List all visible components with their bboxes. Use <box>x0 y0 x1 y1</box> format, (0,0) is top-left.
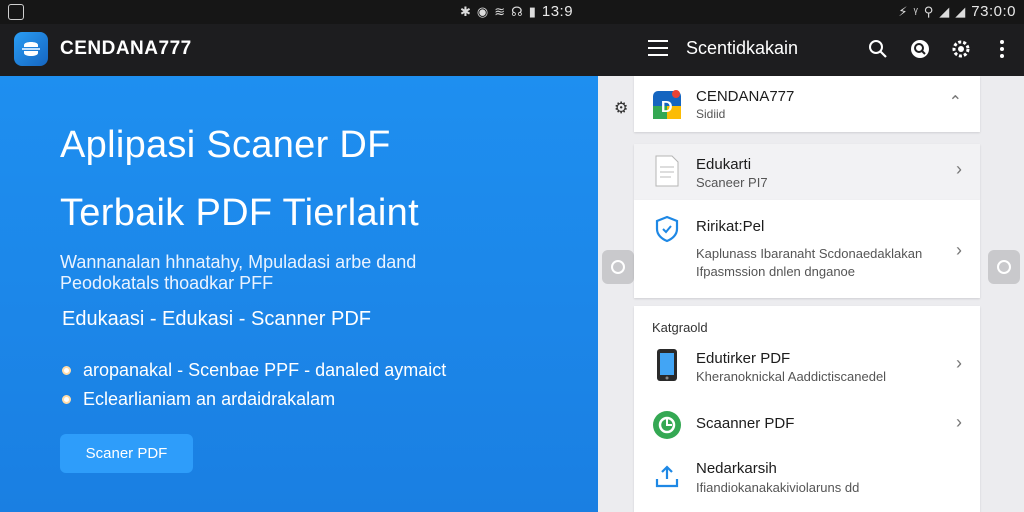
panel-header-title: CENDANA777 <box>696 88 795 105</box>
settings-gear-icon[interactable] <box>949 37 973 61</box>
list-item-title: Edukarti <box>696 156 752 173</box>
chevron-right-icon[interactable]: › <box>956 240 962 261</box>
battery-icon: ▮ <box>528 3 536 19</box>
hero-subtitle-line2: Peodokatals thoadkar PFF <box>60 273 274 293</box>
list-item[interactable]: Nedarkarsih Ifiandiokanakakiviolaruns dd <box>634 456 980 512</box>
shield-icon <box>652 212 682 246</box>
list-item-title: Scaanner PDF <box>696 415 795 432</box>
list-item-subtitle-line1: Kaplunass Ibaranaht Scdonaedaklakan <box>696 246 923 261</box>
chevron-right-icon[interactable]: › <box>956 412 962 433</box>
panel-header-card[interactable]: D CENDANA777 Sidiid ⌃ <box>634 76 980 132</box>
upload-tray-icon <box>652 460 682 494</box>
status-right: ⚡ ᵞ ⚲ ◢ ◢ 73:0:0 <box>898 3 1016 20</box>
right-drag-handle[interactable] <box>988 250 1020 284</box>
search-icon[interactable] <box>866 37 890 61</box>
bullet-dot-icon <box>62 395 71 404</box>
list-item-subtitle-line2: Ifpasmssion dnlen dnganoe <box>696 264 856 279</box>
signal-icon-2: ◢ <box>955 3 966 19</box>
list-item-subtitle: Scaneer PI7 <box>696 175 768 190</box>
bullet-item: Eclearlianiam an ardaidrakalam <box>62 389 446 410</box>
panel-header-subtitle: Sidiid <box>696 107 726 121</box>
list-item[interactable]: Edutirker PDF Kheranoknickal Aaddictisca… <box>634 340 980 396</box>
scanner-logo-icon <box>22 42 40 56</box>
scanner-pdf-button[interactable]: Scaner PDF <box>60 434 193 473</box>
status-time-right: 73:0:0 <box>971 3 1016 20</box>
left-drag-handle[interactable] <box>602 250 634 284</box>
list-item[interactable]: Edukarti Scaneer PI7 › <box>634 144 980 200</box>
hamburger-menu-icon[interactable] <box>648 40 668 58</box>
hero-subtitle-line1: Wannanalan hhnatahy, Mpuladasi arbe dand <box>60 252 417 272</box>
bluetooth-icon: ✱ <box>460 3 471 19</box>
list-item[interactable]: Scaanner PDF › <box>634 402 980 448</box>
svg-text:D: D <box>661 99 673 116</box>
side-panel: ⚙ D CENDANA777 Sidiid ⌃ Edukarti Scaneer… <box>598 76 1024 512</box>
list-item-title: Nedarkarsih <box>696 460 777 477</box>
chevron-right-icon[interactable]: › <box>956 353 962 374</box>
appbar-section-title: Scentidkakain <box>686 38 799 58</box>
alarm-icon: ☊ <box>511 3 523 19</box>
settings-small-icon[interactable]: ⚙ <box>614 98 628 118</box>
notification-icon <box>8 4 24 20</box>
list-item[interactable]: Ririkat:Pel Kaplunass Ibaranaht Scdonaed… <box>634 200 980 298</box>
status-bar: ✱ ◉ ≋ ☊ ▮ 13:9 ⚡ ᵞ ⚲ ◢ ◢ 73:0:0 <box>0 0 1024 24</box>
more-vertical-icon[interactable] <box>990 37 1014 61</box>
phone-icon <box>652 348 682 382</box>
category-card: Katgraold Edutirker PDF Kheranoknickal A… <box>634 306 980 512</box>
chevron-up-icon[interactable]: ⌃ <box>949 92 962 112</box>
location-icon: ⚲ <box>923 3 934 19</box>
help-search-icon[interactable] <box>908 37 932 61</box>
app-logo-icon[interactable] <box>14 32 48 66</box>
bullet-dot-icon <box>62 366 71 375</box>
hero-heading-line1: Aplipasi Scaner DF <box>60 124 391 166</box>
app-bar: CENDANA777 Scentidkakain <box>0 24 1024 76</box>
charging-icon: ⚡ <box>898 3 908 19</box>
app-title: CENDANA777 <box>60 38 192 59</box>
bullet-item: aropanakal - Scenbae PPF - danaled aymai… <box>62 360 446 381</box>
scanner-green-icon <box>652 408 682 442</box>
hero-tagline: Edukaasi - Edukasi - Scanner PDF <box>62 308 372 330</box>
hero-subtitle: Wannanalan hhnatahy, Mpuladasi arbe dand… <box>60 252 580 294</box>
chevron-right-icon[interactable]: › <box>956 159 962 180</box>
list-item-subtitle: Kheranoknickal Aaddictiscanedel <box>696 369 887 384</box>
list-item-subtitle: Ifiandiokanakakiviolaruns dd <box>696 480 860 495</box>
network-icon: ᵞ <box>913 4 918 19</box>
list-item-title: Ririkat:Pel <box>696 218 765 235</box>
app-badge-icon: D <box>652 88 682 122</box>
status-time-center: 13:9 <box>541 3 574 20</box>
wifi-icon: ≋ <box>494 3 506 19</box>
document-icon <box>652 154 682 188</box>
hero-heading-line2: Terbaik PDF Tierlaint <box>60 192 419 234</box>
sync-icon: ◉ <box>476 3 489 19</box>
list-item-title: Edutirker PDF <box>696 350 791 367</box>
signal-icon: ◢ <box>939 3 950 19</box>
category-label: Katgraold <box>652 320 708 335</box>
hero-bullet-list: aropanakal - Scenbae PPF - danaled aymai… <box>62 360 446 418</box>
status-center: ✱ ◉ ≋ ☊ ▮ 13:9 <box>460 3 573 20</box>
hero-banner: Aplipasi Scaner DF Terbaik PDF Tierlaint… <box>0 76 598 512</box>
